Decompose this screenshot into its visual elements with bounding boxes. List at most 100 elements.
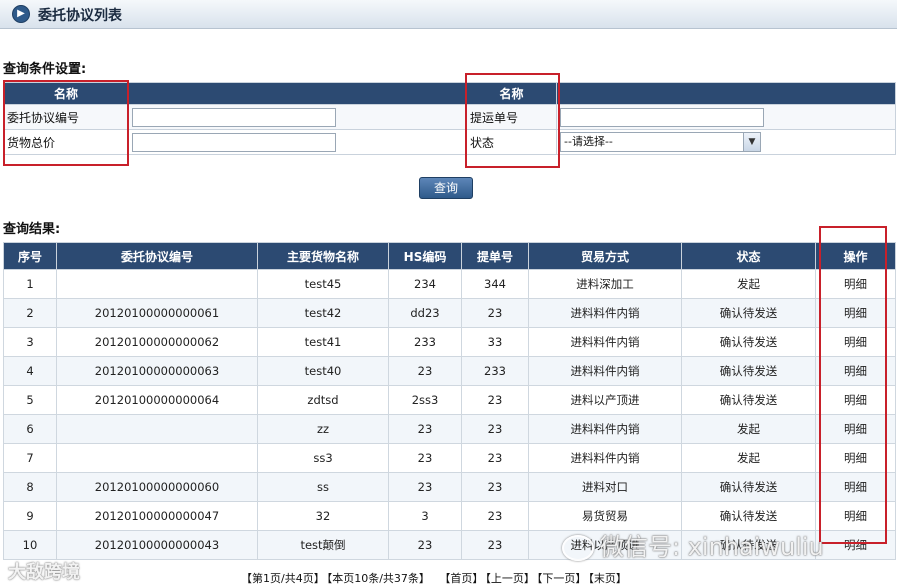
row-bill-number: 23 bbox=[461, 530, 529, 560]
first-page-link[interactable]: 【首页】 bbox=[439, 572, 483, 585]
col-header-goods-name: 主要货物名称 bbox=[257, 242, 389, 270]
row-index: 6 bbox=[3, 414, 57, 444]
table-row: 3 20120100000000062 test41 233 33 进料料件内销 确认待发送… bbox=[3, 327, 896, 357]
row-agreement-number: 20120100000000060 bbox=[56, 472, 258, 502]
row-hs-code: 23 bbox=[388, 356, 462, 386]
table-row: 7 ss3 23 23 进料料件内销 发起 明细 bbox=[3, 443, 896, 473]
row-index: 5 bbox=[3, 385, 57, 415]
table-row: 6 zz 23 23 进料料件内销 发起 明细 bbox=[3, 414, 896, 444]
col-header-agreement-number: 委托协议编号 bbox=[56, 242, 258, 270]
col-header-trade-mode: 贸易方式 bbox=[528, 242, 682, 270]
row-agreement-number: 20120100000000064 bbox=[56, 385, 258, 415]
row-index: 8 bbox=[3, 472, 57, 502]
row-trade-mode: 进料对口 bbox=[528, 472, 682, 502]
table-row: 1 test45 234 344 进料深加工 发起 明细 bbox=[3, 269, 896, 299]
row-status: 确认待发送 bbox=[681, 327, 816, 357]
row-goods-name: test45 bbox=[257, 269, 389, 299]
row-status: 确认待发送 bbox=[681, 356, 816, 386]
row-trade-mode: 进料料件内销 bbox=[528, 298, 682, 328]
row-index: 2 bbox=[3, 298, 57, 328]
status-select-value: --请选择-- bbox=[564, 135, 613, 148]
row-agreement-number: 20120100000000047 bbox=[56, 501, 258, 531]
row-bill-number: 23 bbox=[461, 414, 529, 444]
watermark-left: 大敌跨境 bbox=[8, 562, 80, 583]
table-row: 5 20120100000000064 zdtsd 2ss3 23 进料以产顶进 确认待发送… bbox=[3, 385, 896, 415]
highlight-box-right-fields bbox=[465, 73, 560, 168]
row-agreement-number: 20120100000000043 bbox=[56, 530, 258, 560]
row-status: 确认待发送 bbox=[681, 385, 816, 415]
row-goods-name: ss3 bbox=[257, 443, 389, 473]
row-bill-number: 23 bbox=[461, 385, 529, 415]
table-row: 8 20120100000000060 ss 23 23 进料对口 确认待发送 明细 bbox=[3, 472, 896, 502]
query-form: 名称 名称 委托协议编号 提运单号 货物总价 状态 --请选择-- ▼ bbox=[3, 82, 896, 155]
pagination: 【第1页/共4页】 【本页10条/共37条】 【首页】 【上一页】 【下一页】 【末页】 bbox=[241, 570, 629, 586]
row-index: 9 bbox=[3, 501, 57, 531]
row-index: 10 bbox=[3, 530, 57, 560]
status-select[interactable]: --请选择-- ▼ bbox=[560, 132, 761, 152]
row-status: 发起 bbox=[681, 269, 816, 299]
last-page-link[interactable]: 【末页】 bbox=[588, 572, 627, 585]
row-bill-number: 33 bbox=[461, 327, 529, 357]
chevron-down-icon[interactable]: ▼ bbox=[743, 133, 760, 151]
row-trade-mode: 进料以产顶进 bbox=[528, 385, 682, 415]
page-title-bar: ▶ 委托协议列表 bbox=[0, 0, 897, 29]
watermark-right-text: 微信号: xinhaiwuliu bbox=[600, 533, 824, 561]
query-button[interactable]: 查询 bbox=[419, 177, 473, 199]
row-bill-number: 23 bbox=[461, 298, 529, 328]
row-trade-mode: 进料料件内销 bbox=[528, 414, 682, 444]
bill-number-input[interactable] bbox=[560, 107, 764, 127]
row-agreement-number: 20120100000000061 bbox=[56, 298, 258, 328]
row-hs-code: 23 bbox=[388, 414, 462, 444]
row-agreement-number: 20120100000000062 bbox=[56, 327, 258, 357]
table-row: 4 20120100000000063 test40 23 233 进料料件内销 确认待发送… bbox=[3, 356, 896, 386]
col-header-index: 序号 bbox=[3, 242, 57, 270]
col-header-status: 状态 bbox=[681, 242, 816, 270]
row-status: 发起 bbox=[681, 414, 816, 444]
agreement-number-input[interactable] bbox=[132, 107, 336, 127]
row-hs-code: 3 bbox=[388, 501, 462, 531]
results-section-label: 查询结果: bbox=[3, 222, 61, 237]
row-trade-mode: 进料料件内销 bbox=[528, 443, 682, 473]
results-table: 序号 委托协议编号 主要货物名称 HS编码 提单号 贸易方式 状态 操作 1 te… bbox=[3, 242, 896, 560]
row-bill-number: 23 bbox=[461, 443, 529, 473]
row-goods-name: test41 bbox=[257, 327, 389, 357]
row-index: 1 bbox=[3, 269, 57, 299]
col-header-bill-number: 提单号 bbox=[461, 242, 529, 270]
row-bill-number: 344 bbox=[461, 269, 529, 299]
row-hs-code: dd23 bbox=[388, 298, 462, 328]
arrow-right-circle-icon: ▶ bbox=[12, 5, 30, 23]
results-header-row: 序号 委托协议编号 主要货物名称 HS编码 提单号 贸易方式 状态 操作 bbox=[3, 242, 896, 270]
row-status: 确认待发送 bbox=[681, 298, 816, 328]
row-index: 3 bbox=[3, 327, 57, 357]
query-right-header-spacer bbox=[556, 82, 896, 105]
row-bill-number: 233 bbox=[461, 356, 529, 386]
row-goods-name: 32 bbox=[257, 501, 389, 531]
page-title: 委托协议列表 bbox=[38, 8, 122, 24]
row-goods-name: zdtsd bbox=[257, 385, 389, 415]
row-status: 发起 bbox=[681, 443, 816, 473]
next-page-link[interactable]: 【下一页】 bbox=[537, 572, 587, 585]
row-trade-mode: 进料料件内销 bbox=[528, 356, 682, 386]
row-status: 确认待发送 bbox=[681, 472, 816, 502]
row-goods-name: zz bbox=[257, 414, 389, 444]
row-agreement-number bbox=[56, 443, 258, 473]
highlight-box-left-fields bbox=[3, 80, 129, 166]
row-agreement-number: 20120100000000063 bbox=[56, 356, 258, 386]
row-hs-code: 23 bbox=[388, 443, 462, 473]
row-goods-name: test颠倒 bbox=[257, 530, 389, 560]
row-hs-code: 2ss3 bbox=[388, 385, 462, 415]
table-row: 2 20120100000000061 test42 dd23 23 进料料件内销 确认待发… bbox=[3, 298, 896, 328]
count-info: 【本页10条/共37条】 bbox=[326, 572, 430, 585]
row-hs-code: 23 bbox=[388, 472, 462, 502]
row-index: 4 bbox=[3, 356, 57, 386]
row-goods-name: test42 bbox=[257, 298, 389, 328]
highlight-box-action-column bbox=[819, 226, 887, 544]
watermark-right: 微信号: xinhaiwuliu bbox=[562, 527, 824, 562]
query-left-header-spacer bbox=[128, 82, 467, 105]
row-bill-number: 23 bbox=[461, 472, 529, 502]
goods-total-price-input[interactable] bbox=[132, 132, 336, 152]
row-hs-code: 233 bbox=[388, 327, 462, 357]
prev-page-link[interactable]: 【上一页】 bbox=[485, 572, 535, 585]
page-info: 【第1页/共4页】 bbox=[241, 572, 325, 585]
row-trade-mode: 进料深加工 bbox=[528, 269, 682, 299]
